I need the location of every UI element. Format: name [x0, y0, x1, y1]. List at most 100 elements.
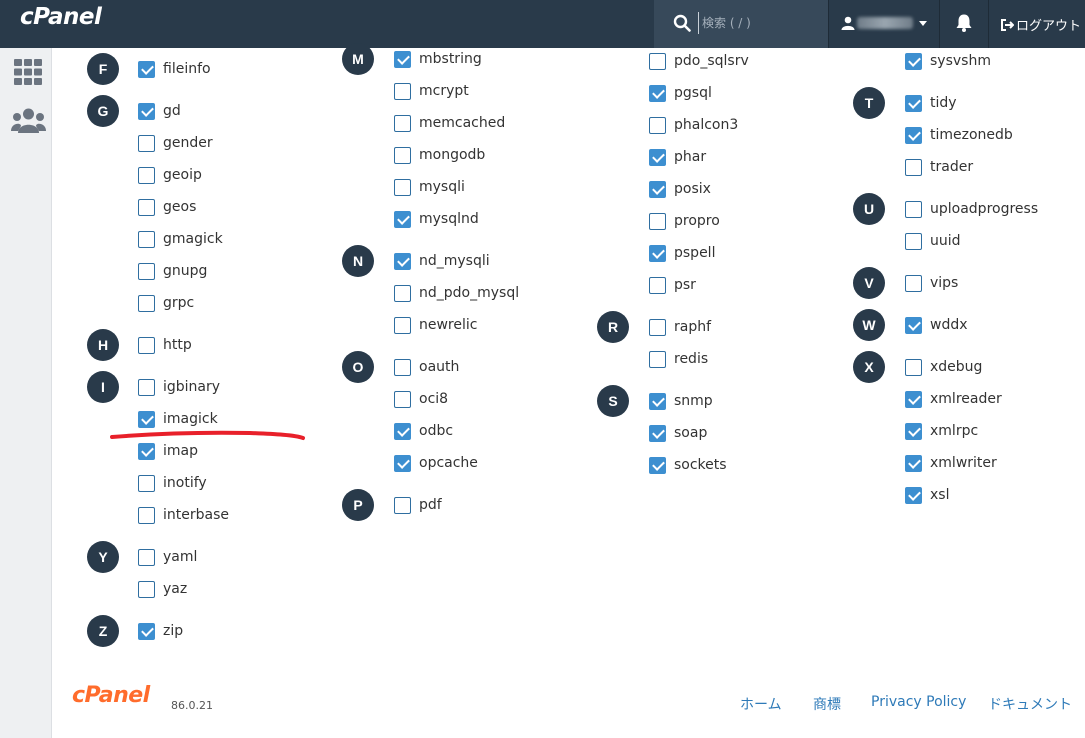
- extension-item[interactable]: gd: [138, 101, 181, 121]
- extension-item[interactable]: imap: [138, 441, 198, 461]
- extension-item[interactable]: mysqlnd: [394, 209, 479, 229]
- grid-icon[interactable]: [14, 59, 42, 85]
- checkbox-checked[interactable]: [394, 252, 411, 270]
- extension-item[interactable]: trader: [905, 157, 973, 177]
- extension-item[interactable]: newrelic: [394, 315, 477, 335]
- checkbox-checked[interactable]: [138, 60, 155, 78]
- extension-item[interactable]: mysqli: [394, 177, 465, 197]
- extension-item[interactable]: mcrypt: [394, 81, 469, 101]
- checkbox[interactable]: [138, 548, 155, 566]
- extension-item[interactable]: pdo_sqlsrv: [649, 51, 749, 71]
- extension-item[interactable]: fileinfo: [138, 59, 211, 79]
- checkbox[interactable]: [394, 146, 411, 164]
- checkbox-checked[interactable]: [905, 486, 922, 504]
- checkbox-checked[interactable]: [394, 454, 411, 472]
- checkbox[interactable]: [905, 274, 922, 292]
- extension-item[interactable]: gmagick: [138, 229, 223, 249]
- checkbox[interactable]: [394, 358, 411, 376]
- extension-item[interactable]: gnupg: [138, 261, 207, 281]
- checkbox-checked[interactable]: [138, 410, 155, 428]
- user-menu[interactable]: [829, 0, 939, 48]
- extension-item[interactable]: mongodb: [394, 145, 485, 165]
- extension-item[interactable]: soap: [649, 423, 707, 443]
- checkbox[interactable]: [649, 276, 666, 294]
- footer-link-trademarks[interactable]: 商標: [813, 694, 841, 714]
- extension-item[interactable]: xmlreader: [905, 389, 1002, 409]
- checkbox-checked[interactable]: [905, 422, 922, 440]
- checkbox[interactable]: [394, 284, 411, 302]
- footer-link-privacy-policy[interactable]: Privacy Policy: [871, 694, 966, 710]
- extension-item[interactable]: http: [138, 335, 192, 355]
- extension-item[interactable]: grpc: [138, 293, 194, 313]
- extension-item[interactable]: psr: [649, 275, 696, 295]
- checkbox[interactable]: [138, 198, 155, 216]
- extension-item[interactable]: wddx: [905, 315, 968, 335]
- checkbox[interactable]: [394, 178, 411, 196]
- extension-item[interactable]: phalcon3: [649, 115, 738, 135]
- checkbox-checked[interactable]: [138, 622, 155, 640]
- extension-item[interactable]: opcache: [394, 453, 478, 473]
- extension-item[interactable]: sysvshm: [905, 51, 991, 71]
- checkbox-checked[interactable]: [649, 244, 666, 262]
- checkbox[interactable]: [649, 116, 666, 134]
- extension-item[interactable]: propro: [649, 211, 720, 231]
- extension-item[interactable]: memcached: [394, 113, 505, 133]
- checkbox[interactable]: [649, 350, 666, 368]
- extension-item[interactable]: xmlwriter: [905, 453, 997, 473]
- extension-item[interactable]: oauth: [394, 357, 459, 377]
- checkbox-checked[interactable]: [905, 52, 922, 70]
- extension-item[interactable]: phar: [649, 147, 706, 167]
- extension-item[interactable]: odbc: [394, 421, 453, 441]
- checkbox-checked[interactable]: [394, 50, 411, 68]
- extension-item[interactable]: imagick: [138, 409, 218, 429]
- checkbox[interactable]: [138, 166, 155, 184]
- extension-item[interactable]: zip: [138, 621, 183, 641]
- extension-item[interactable]: vips: [905, 273, 958, 293]
- checkbox-checked[interactable]: [905, 126, 922, 144]
- extension-item[interactable]: interbase: [138, 505, 229, 525]
- extension-item[interactable]: geoip: [138, 165, 202, 185]
- extension-item[interactable]: pspell: [649, 243, 715, 263]
- checkbox-checked[interactable]: [649, 392, 666, 410]
- extension-item[interactable]: mbstring: [394, 49, 482, 69]
- extension-item[interactable]: oci8: [394, 389, 448, 409]
- extension-item[interactable]: uuid: [905, 231, 961, 251]
- extension-item[interactable]: raphf: [649, 317, 711, 337]
- checkbox[interactable]: [905, 200, 922, 218]
- checkbox-checked[interactable]: [394, 422, 411, 440]
- extension-item[interactable]: pdf: [394, 495, 442, 515]
- extension-item[interactable]: posix: [649, 179, 711, 199]
- checkbox[interactable]: [138, 134, 155, 152]
- checkbox[interactable]: [394, 114, 411, 132]
- checkbox[interactable]: [138, 230, 155, 248]
- checkbox[interactable]: [394, 82, 411, 100]
- extension-item[interactable]: xmlrpc: [905, 421, 978, 441]
- checkbox[interactable]: [138, 580, 155, 598]
- checkbox[interactable]: [138, 378, 155, 396]
- cpanel-logo[interactable]: cPanel: [20, 4, 102, 30]
- extension-item[interactable]: xdebug: [905, 357, 982, 377]
- checkbox-checked[interactable]: [649, 180, 666, 198]
- extension-item[interactable]: redis: [649, 349, 708, 369]
- checkbox[interactable]: [905, 232, 922, 250]
- checkbox-checked[interactable]: [138, 442, 155, 460]
- checkbox[interactable]: [138, 506, 155, 524]
- extension-item[interactable]: xsl: [905, 485, 949, 505]
- checkbox[interactable]: [394, 496, 411, 514]
- checkbox-checked[interactable]: [138, 102, 155, 120]
- extension-item[interactable]: inotify: [138, 473, 207, 493]
- search-input[interactable]: [698, 12, 822, 34]
- checkbox-checked[interactable]: [394, 210, 411, 228]
- logout-button[interactable]: ログアウト: [1000, 15, 1081, 34]
- checkbox-checked[interactable]: [649, 148, 666, 166]
- checkbox[interactable]: [649, 318, 666, 336]
- search-box[interactable]: [654, 0, 828, 48]
- bell-icon[interactable]: [955, 13, 973, 33]
- extension-item[interactable]: sockets: [649, 455, 727, 475]
- extension-item[interactable]: yaml: [138, 547, 197, 567]
- checkbox[interactable]: [138, 262, 155, 280]
- checkbox[interactable]: [138, 294, 155, 312]
- extension-item[interactable]: yaz: [138, 579, 187, 599]
- checkbox[interactable]: [394, 316, 411, 334]
- extension-item[interactable]: timezonedb: [905, 125, 1013, 145]
